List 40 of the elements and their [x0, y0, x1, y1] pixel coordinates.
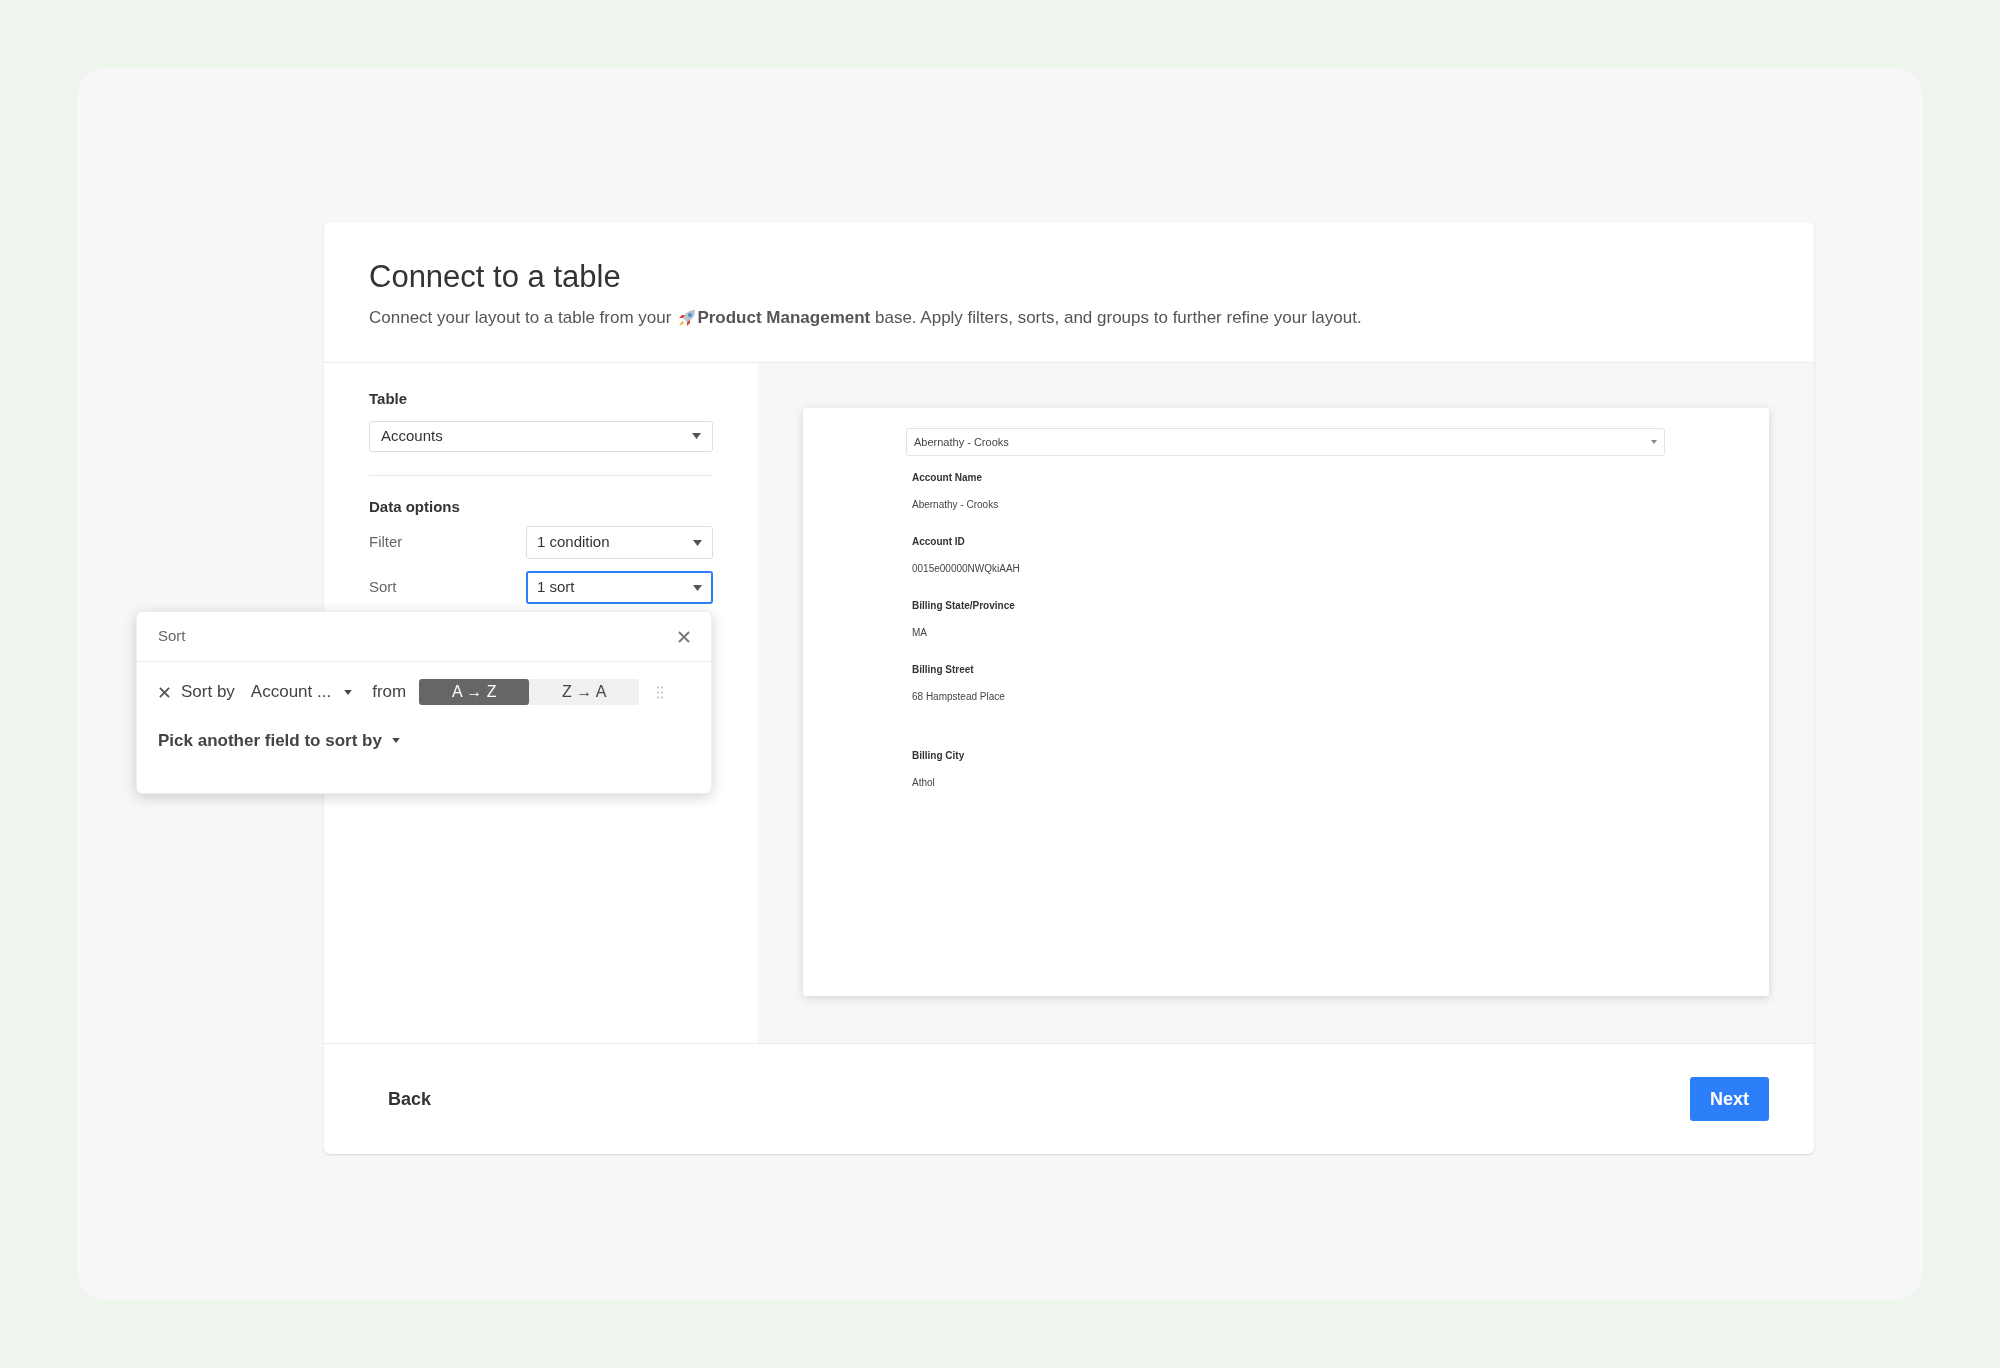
field-label: Billing City: [912, 749, 966, 763]
next-button[interactable]: Next: [1690, 1077, 1769, 1121]
direction-option[interactable]: A → Z: [419, 679, 530, 705]
caret-icon: [692, 433, 701, 439]
caret-icon: [344, 689, 353, 695]
dialog-title: Connect to a table: [369, 258, 622, 296]
option-select[interactable]: 1 sort: [526, 571, 713, 604]
direction-option[interactable]: Z → A: [529, 679, 640, 705]
sort-by-label: Sort by: [181, 681, 235, 704]
caret-icon: [1651, 440, 1657, 444]
field-value: MA: [912, 626, 928, 640]
option-select[interactable]: 1 condition: [526, 526, 713, 559]
drag-handle-icon[interactable]: [657, 685, 664, 699]
back-button[interactable]: Back: [388, 1085, 432, 1113]
field-label: Sort: [369, 577, 397, 598]
from-label: from: [372, 681, 407, 704]
field-label: Filter: [369, 532, 403, 553]
caret-icon: [693, 584, 702, 591]
field-label: Table: [369, 389, 409, 409]
field-label: Account Name: [912, 471, 983, 485]
field-value: Abernathy - Crooks: [912, 498, 1000, 512]
table-select[interactable]: Accounts: [369, 420, 713, 452]
popover-title: Sort: [158, 626, 186, 647]
subtitle-text: Product Management base. Apply filters, sorts, and groups to further refine your layout.: [697, 306, 1362, 329]
section-heading: Data options: [369, 496, 461, 517]
field-label: Account ID: [912, 535, 966, 549]
subtitle-text: Connect your layout to a table from your: [369, 306, 672, 329]
add-sort-field-button[interactable]: Pick another field to sort by: [158, 728, 400, 754]
record-select[interactable]: Abernathy - Crooks: [906, 428, 1665, 456]
field-value: 68 Hampstead Place: [912, 690, 1006, 704]
field-label: Billing Street: [912, 663, 975, 677]
close-icon[interactable]: [678, 630, 690, 643]
field-value: Athol: [912, 776, 936, 790]
field-select[interactable]: Account ...: [250, 679, 353, 705]
remove-icon[interactable]: [159, 686, 170, 698]
rocket-icon: [677, 307, 698, 328]
field-value: 0015e00000NWQkiAAH: [912, 562, 1021, 576]
field-label: Billing State/Province: [912, 599, 1016, 613]
caret-icon: [391, 738, 400, 744]
caret-icon: [693, 539, 702, 546]
